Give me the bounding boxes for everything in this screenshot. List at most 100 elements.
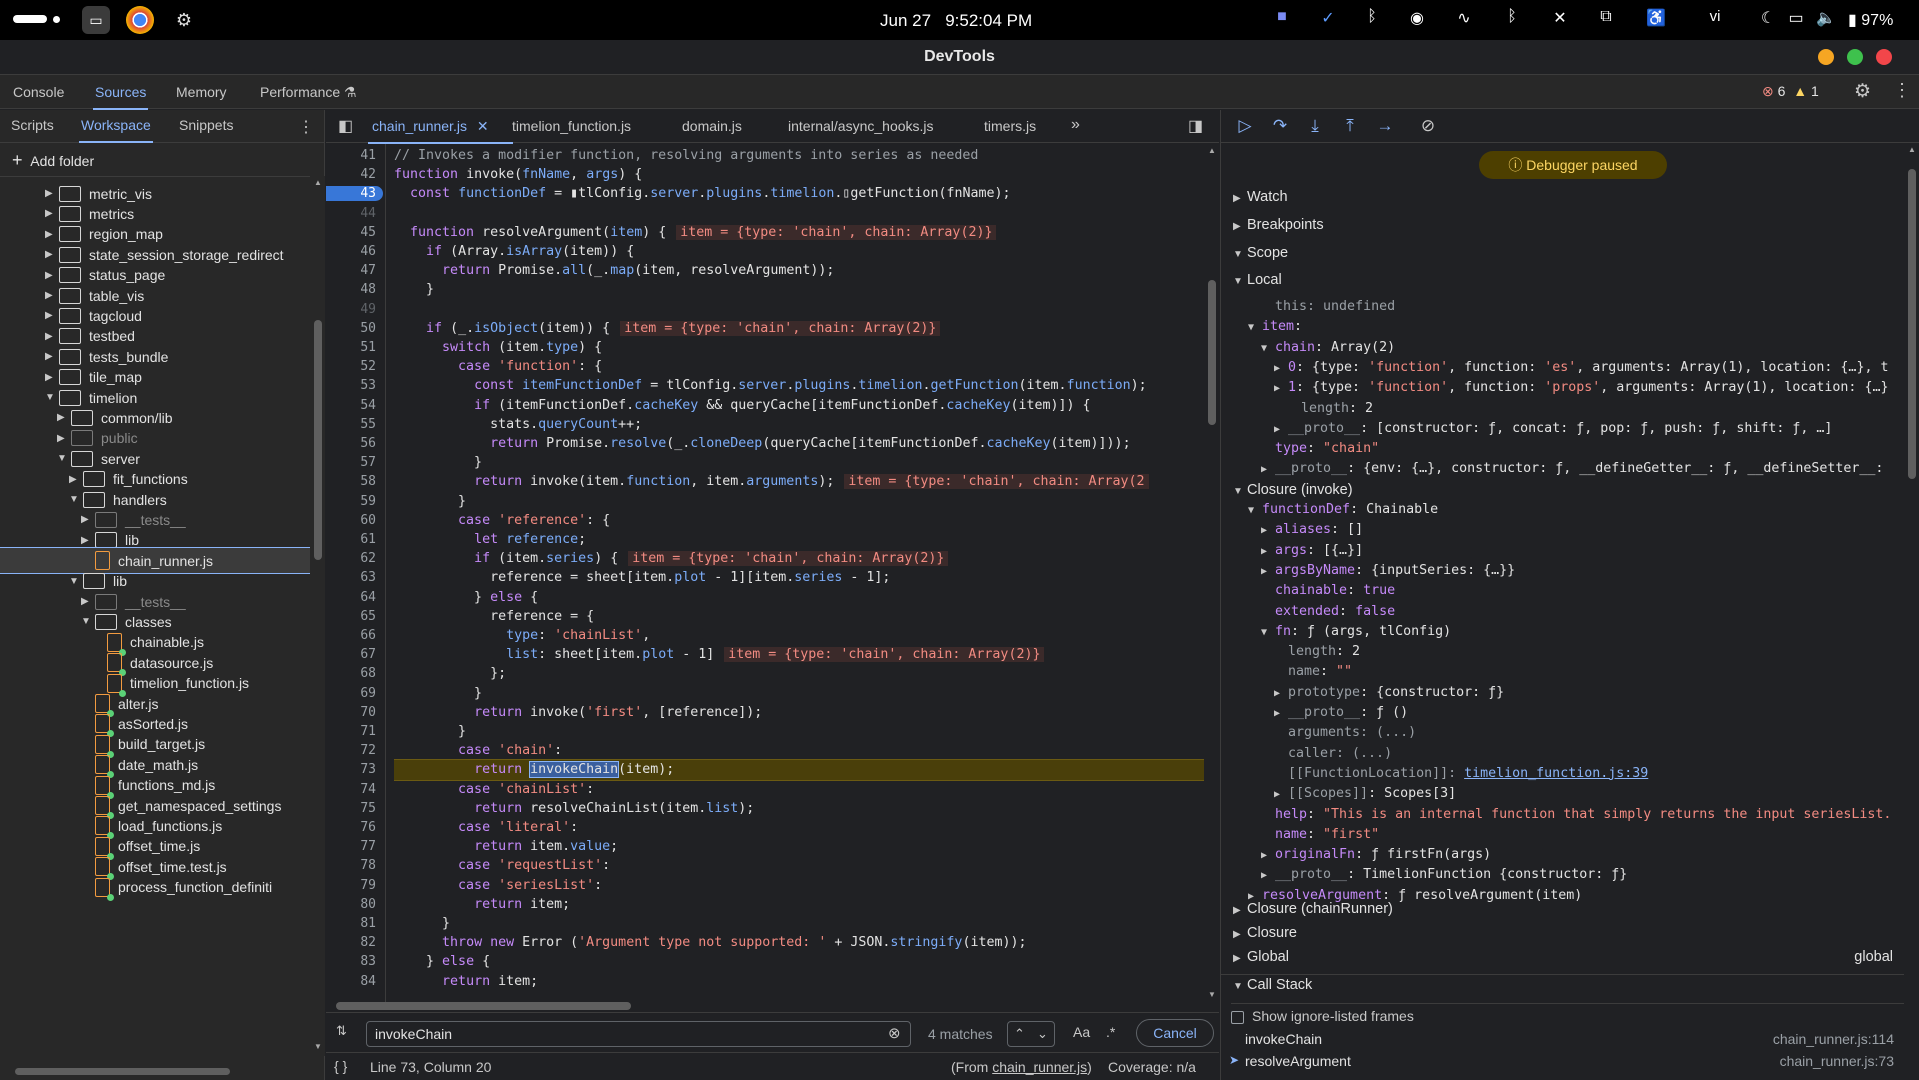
input-method[interactable]: vi: [1703, 8, 1727, 25]
scope-property[interactable]: this: undefined: [1261, 297, 1395, 317]
chrome-icon[interactable]: [126, 6, 154, 34]
chevron-right-icon[interactable]: ▶: [45, 372, 59, 383]
code-line[interactable]: return invoke(item.function, item.argume…: [394, 472, 1149, 492]
code-line[interactable]: list: sheet[item.plot - 1] item = {type: …: [394, 645, 1045, 665]
ignore-listed-checkbox[interactable]: [1231, 1010, 1244, 1024]
scope-property[interactable]: ▼ item:: [1248, 317, 1302, 338]
line-number[interactable]: 51: [326, 340, 376, 355]
scope-property[interactable]: ▶ prototype: {constructor: ƒ}: [1274, 683, 1504, 704]
more-menu-icon[interactable]: ⋮: [1893, 80, 1911, 101]
chevron-down-icon[interactable]: ▼: [1261, 339, 1275, 359]
code-line[interactable]: };: [394, 664, 506, 684]
line-number[interactable]: 80: [326, 897, 376, 912]
line-number[interactable]: 41: [326, 148, 376, 163]
minimize-button[interactable]: [1818, 49, 1834, 65]
chevron-right-icon[interactable]: ▶: [1274, 785, 1288, 805]
toggle-debugger-icon[interactable]: ◨: [1188, 116, 1203, 136]
activity-icon[interactable]: ∿: [1452, 8, 1476, 28]
code-line[interactable]: reference = sheet[item.plot - 1][item.se…: [394, 568, 890, 588]
code-line[interactable]: stats.queryCount++;: [394, 415, 642, 435]
current-execution-line[interactable]: return invokeChain(item);: [394, 759, 1204, 782]
line-number[interactable]: 65: [326, 609, 376, 624]
maximize-button[interactable]: [1847, 49, 1863, 65]
chevron-down-icon[interactable]: ▼: [1261, 623, 1275, 643]
chevron-right-icon[interactable]: ▶: [45, 290, 59, 301]
navigator-more-icon[interactable]: ⋮: [298, 117, 314, 137]
chevron-right-icon[interactable]: ▶: [1274, 379, 1288, 399]
chevron-right-icon[interactable]: ▶: [45, 310, 59, 321]
file-item[interactable]: process_function_definiti: [81, 875, 272, 901]
line-number[interactable]: 83: [326, 954, 376, 969]
line-number[interactable]: 62: [326, 551, 376, 566]
code-line[interactable]: return item;: [394, 972, 538, 992]
file-item[interactable]: chain_runner.js: [0, 547, 310, 575]
chevron-right-icon[interactable]: ▶: [45, 229, 59, 240]
line-number[interactable]: 75: [326, 801, 376, 816]
scope-property[interactable]: name: "": [1274, 662, 1352, 682]
chevron-right-icon[interactable]: ▶: [69, 474, 83, 485]
code-line[interactable]: return resolveChainList(item.list);: [394, 799, 754, 819]
code-line[interactable]: }: [394, 914, 450, 934]
code-line[interactable]: return invoke('first', [reference]);: [394, 703, 762, 723]
line-number[interactable]: 68: [326, 666, 376, 681]
code-line[interactable]: function resolveArgument(item) {item = {…: [394, 223, 997, 243]
breakpoints-section[interactable]: ▶ Breakpoints: [1233, 217, 1324, 233]
toggle-navigator-icon[interactable]: ◧: [338, 116, 353, 136]
scope-property[interactable]: ▶ __proto__: {env: {…}, constructor: ƒ, _…: [1261, 459, 1883, 480]
line-number[interactable]: 84: [326, 974, 376, 989]
tab-sources[interactable]: Sources: [92, 84, 149, 110]
chevron-right-icon[interactable]: ▶: [1261, 846, 1275, 866]
line-number[interactable]: 61: [326, 532, 376, 547]
code-line[interactable]: function invoke(fnName, args) {: [394, 165, 642, 185]
teams-icon[interactable]: ■: [1270, 8, 1294, 26]
scope-property[interactable]: name: "first": [1261, 825, 1379, 845]
chevron-right-icon[interactable]: ▶: [1274, 684, 1288, 704]
tools-icon[interactable]: ✕: [1548, 8, 1572, 28]
regex-toggle[interactable]: .*: [1106, 1024, 1115, 1040]
sidebar-scrollbar[interactable]: ▲: [1904, 143, 1919, 1080]
editor-tab-async-hooks[interactable]: internal/async_hooks.js: [788, 118, 934, 134]
scope-property[interactable]: chainable: true: [1261, 581, 1395, 601]
line-number[interactable]: 60: [326, 513, 376, 528]
chevron-right-icon[interactable]: ▶: [1274, 420, 1288, 440]
call-stack-section[interactable]: ▼ Call Stack: [1221, 974, 1904, 993]
editor-scrollbar[interactable]: ▲ ▼: [1204, 144, 1219, 1002]
scope-property[interactable]: help: "This is an internal function that…: [1261, 805, 1891, 825]
line-number[interactable]: 57: [326, 455, 376, 470]
line-number[interactable]: 50: [326, 321, 376, 336]
breakpoint-marker[interactable]: 43: [326, 186, 383, 202]
line-number[interactable]: 59: [326, 494, 376, 509]
code-line[interactable]: let reference;: [394, 530, 586, 550]
line-number[interactable]: 56: [326, 436, 376, 451]
line-number[interactable]: 79: [326, 878, 376, 893]
chevron-right-icon[interactable]: ▶: [45, 249, 59, 260]
scope-property[interactable]: ▶ __proto__: [constructor: ƒ, concat: ƒ, …: [1274, 419, 1832, 440]
scope-property[interactable]: ▶ argsByName: {inputSeries: {…}}: [1261, 561, 1515, 582]
call-frame-location[interactable]: chain_runner.js:114: [1773, 1031, 1894, 1047]
line-number[interactable]: 69: [326, 686, 376, 701]
code-line[interactable]: return item.value;: [394, 837, 618, 857]
line-number[interactable]: 58: [326, 474, 376, 489]
tab-performance[interactable]: Performance ⚗: [260, 84, 357, 101]
battery-indicator[interactable]: ▮ 97%: [1848, 10, 1893, 30]
bluetooth-status-icon[interactable]: ᛒ: [1500, 8, 1524, 26]
editor-tab-chain-runner[interactable]: chain_runner.js ✕: [368, 118, 513, 144]
code-line[interactable]: case 'reference': {: [394, 511, 610, 531]
closure-chainrunner-section[interactable]: ▶ Closure (chainRunner): [1233, 901, 1393, 917]
closure-invoke-section[interactable]: ▼ Closure (invoke): [1233, 480, 1353, 502]
gear-icon[interactable]: ⚙: [1854, 80, 1871, 103]
chevron-right-icon[interactable]: ▶: [1261, 866, 1275, 886]
line-number[interactable]: 82: [326, 935, 376, 950]
line-number[interactable]: 71: [326, 724, 376, 739]
scope-property[interactable]: ▼ fn: ƒ (args, tlConfig): [1261, 622, 1451, 643]
function-location-link[interactable]: timelion_function.js:39: [1464, 766, 1648, 781]
match-case-toggle[interactable]: Aa: [1073, 1024, 1090, 1040]
chevron-down-icon[interactable]: ▼: [69, 494, 83, 505]
chevron-down-icon[interactable]: ▼: [57, 453, 71, 464]
more-tabs-icon[interactable]: »: [1071, 116, 1080, 134]
line-number[interactable]: 67: [326, 647, 376, 662]
tab-memory[interactable]: Memory: [176, 84, 227, 100]
show-ignore-listed[interactable]: Show ignore-listed frames: [1231, 1003, 1904, 1024]
code-line[interactable]: return Promise.resolve(_.cloneDeep(query…: [394, 434, 1131, 454]
call-frame[interactable]: invokeChain chain_runner.js:114: [1221, 1028, 1904, 1050]
